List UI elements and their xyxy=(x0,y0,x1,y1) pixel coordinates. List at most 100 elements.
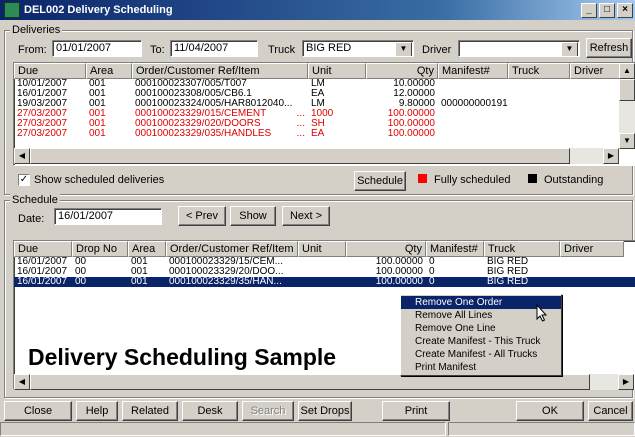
cell-item: 000100023329/15/CEM... xyxy=(169,257,283,267)
cell-drop: 00 xyxy=(75,277,87,287)
to-date-field[interactable]: 11/04/2007 xyxy=(170,40,258,57)
col-header[interactable]: Drop No xyxy=(72,241,128,257)
cell-drop: 00 xyxy=(75,257,87,267)
col-header[interactable]: Truck xyxy=(484,241,560,257)
cell-manifest xyxy=(438,79,508,89)
cell-driver xyxy=(570,129,620,139)
col-header[interactable]: Truck xyxy=(508,63,570,79)
table-row[interactable]: 16/01/2007 00 001 000100023329/15/CEM... 100… xyxy=(14,257,635,267)
menu-item[interactable]: Print Manifest xyxy=(401,361,561,374)
minimize-icon[interactable]: _ xyxy=(581,3,597,18)
cell-truck xyxy=(508,109,570,119)
col-header[interactable]: Area xyxy=(128,241,166,257)
cell-unit: EA xyxy=(311,129,325,139)
help-button[interactable]: Help xyxy=(76,401,118,421)
col-header[interactable]: Driver xyxy=(570,63,620,79)
truck-select[interactable]: BIG RED ▼ xyxy=(302,40,414,57)
cell-due: 10/01/2007 xyxy=(17,79,68,89)
cell-due: 27/03/2007 xyxy=(17,119,68,129)
col-header[interactable]: Due xyxy=(14,241,72,257)
cancel-button[interactable]: Cancel xyxy=(588,401,633,421)
cell-item: 000100023324/005/HAR8012040... xyxy=(132,99,308,109)
cell-due: 16/01/2007 xyxy=(17,257,68,267)
col-header[interactable]: Manifest# xyxy=(426,241,484,257)
cell-truck: BIG RED xyxy=(487,257,529,267)
scroll-down-icon[interactable]: ▼ xyxy=(619,133,635,149)
schedule-button[interactable]: Schedule xyxy=(354,171,406,191)
cell-driver xyxy=(570,89,620,99)
scroll-up-icon[interactable]: ▲ xyxy=(619,63,635,79)
table-row[interactable]: 27/03/2007 001 000100023329/035/HANDLES...… xyxy=(14,129,635,139)
show-scheduled-checkbox[interactable]: ✓ xyxy=(18,174,30,186)
col-header[interactable]: Qty xyxy=(346,241,426,257)
desk-button[interactable]: Desk xyxy=(182,401,238,421)
col-header[interactable]: Manifest# xyxy=(438,63,508,79)
table-row[interactable]: 19/03/2007 001 000100023324/005/HAR8012040… xyxy=(14,99,635,109)
close-button[interactable]: Close xyxy=(4,401,72,421)
scroll-thumb[interactable] xyxy=(619,79,635,101)
cell-qty: 100.00000 xyxy=(387,119,435,129)
cell-item-more: ... xyxy=(296,129,305,139)
scroll-thumb[interactable] xyxy=(30,148,570,164)
print-button[interactable]: Print xyxy=(382,401,450,421)
fully-scheduled-swatch xyxy=(418,174,427,183)
cell-area: 001 xyxy=(89,79,106,89)
cell-manifest: 0 xyxy=(429,267,435,277)
set-drops-button[interactable]: Set Drops xyxy=(298,401,352,421)
from-date-field[interactable]: 01/01/2007 xyxy=(52,40,142,57)
col-header[interactable]: Qty xyxy=(366,63,438,79)
menu-item[interactable]: Remove One Line xyxy=(401,322,561,335)
prev-button[interactable]: < Prev xyxy=(178,206,226,226)
scroll-thumb[interactable] xyxy=(30,374,590,390)
cell-item-more: ... xyxy=(296,119,305,129)
col-header[interactable]: Due xyxy=(14,63,86,79)
cell-truck xyxy=(508,129,570,139)
cell-manifest: 0 xyxy=(429,277,435,287)
chevron-down-icon[interactable]: ▼ xyxy=(395,42,412,56)
scroll-right-icon[interactable]: ▶ xyxy=(603,148,619,164)
cell-area: 001 xyxy=(131,277,148,287)
col-header[interactable]: Order/Customer Ref/Item xyxy=(132,63,308,79)
menu-item[interactable]: Create Manifest - This Truck xyxy=(401,335,561,348)
status-panel xyxy=(448,422,635,436)
col-header[interactable]: Area xyxy=(86,63,132,79)
search-button[interactable]: Search xyxy=(242,401,294,421)
chevron-down-icon[interactable]: ▼ xyxy=(561,42,578,56)
col-header[interactable]: Unit xyxy=(298,241,346,257)
related-button[interactable]: Related xyxy=(122,401,178,421)
cell-unit: LM xyxy=(311,99,325,109)
table-row[interactable]: 16/01/2007 00 001 000100023329/20/DOO... 100… xyxy=(14,267,635,277)
driver-select[interactable]: ▼ xyxy=(458,40,580,57)
scroll-left-icon[interactable]: ◀ xyxy=(14,374,30,390)
ok-button[interactable]: OK xyxy=(516,401,584,421)
col-header[interactable]: Driver xyxy=(560,241,624,257)
cell-qty: 9.80000 xyxy=(398,99,435,109)
deliveries-vscroll[interactable]: ▲ ▼ xyxy=(619,63,635,149)
cell-due: 16/01/2007 xyxy=(17,89,68,99)
outstanding-label: Outstanding xyxy=(544,174,604,186)
table-row[interactable]: 27/03/2007 001 000100023329/015/CEMENT... 1… xyxy=(14,109,635,119)
next-button[interactable]: Next > xyxy=(282,206,330,226)
refresh-button[interactable]: Refresh xyxy=(586,38,632,58)
col-header[interactable]: Order/Customer Ref/Item xyxy=(166,241,298,257)
deliveries-hscroll[interactable]: ◀ ▶ xyxy=(14,148,619,164)
schedule-date-field[interactable]: 16/01/2007 xyxy=(54,208,162,225)
menu-item[interactable]: Create Manifest - All Trucks xyxy=(401,348,561,361)
scroll-right-icon[interactable]: ▶ xyxy=(618,374,634,390)
scroll-left-icon[interactable]: ◀ xyxy=(14,148,30,164)
schedule-hscroll[interactable]: ◀ ▶ xyxy=(14,374,634,390)
cell-truck xyxy=(508,119,570,129)
cell-item: 000100023329/020/DOORS... xyxy=(132,119,308,129)
show-button[interactable]: Show xyxy=(230,206,276,226)
table-row[interactable]: 10/01/2007 001 000100023307/005/T007 LM 10.0… xyxy=(14,79,635,89)
col-header[interactable]: Unit xyxy=(308,63,366,79)
app-icon xyxy=(4,2,20,18)
cell-area: 001 xyxy=(131,257,148,267)
close-icon[interactable]: × xyxy=(617,3,633,18)
schedule-rows: 16/01/2007 00 001 000100023329/15/CEM... 100… xyxy=(14,257,635,287)
table-row[interactable]: 27/03/2007 001 000100023329/020/DOORS... SH… xyxy=(14,119,635,129)
table-row[interactable]: 16/01/2007 001 000100023308/005/CB6.1 EA 12.… xyxy=(14,89,635,99)
table-row[interactable]: 16/01/2007 00 001 000100023329/35/HAN... 100… xyxy=(14,277,635,287)
maximize-icon[interactable]: □ xyxy=(599,3,615,18)
status-bar xyxy=(0,422,635,437)
